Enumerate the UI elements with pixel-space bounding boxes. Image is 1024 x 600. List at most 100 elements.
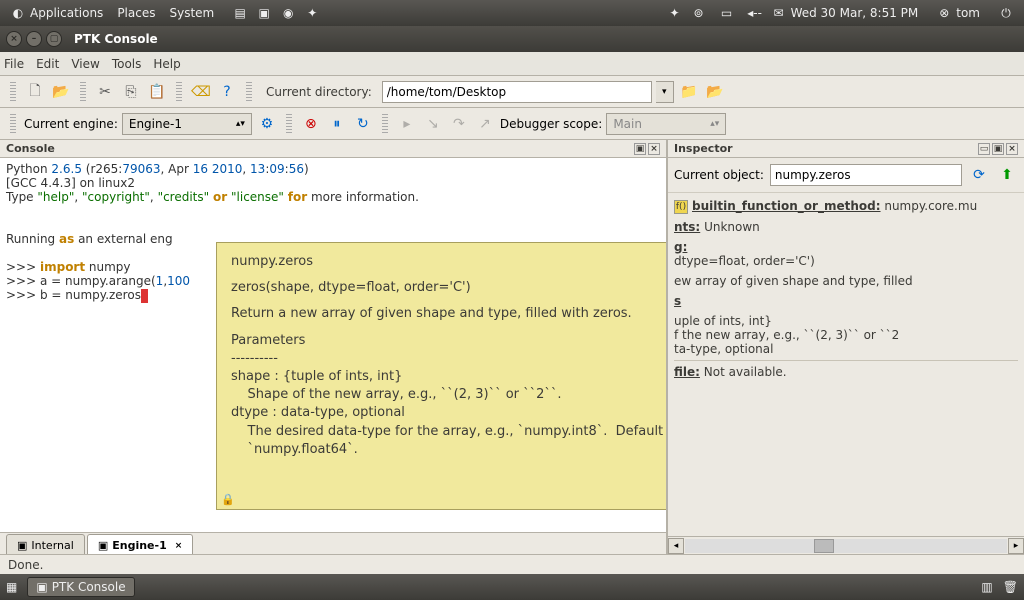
engine-icon: ▣ xyxy=(98,539,108,552)
menu-help[interactable]: Help xyxy=(153,57,180,71)
show-desktop-icon[interactable]: ▦ xyxy=(6,580,17,594)
console-tabs: ▣Internal ▣Engine-1× xyxy=(0,532,666,554)
user-name[interactable]: tom xyxy=(956,6,980,20)
engine-settings-icon[interactable]: ⚙ xyxy=(256,113,278,135)
directory-dropdown-button[interactable]: ▾ xyxy=(656,81,674,103)
pause-engine-icon[interactable]: ⏸ xyxy=(326,113,348,135)
current-object-input[interactable] xyxy=(770,164,962,186)
debug-continue-icon: ▸ xyxy=(396,113,418,135)
calltip-pin-icon[interactable]: 🔒 xyxy=(221,492,235,507)
toolbar-handle[interactable] xyxy=(10,82,16,102)
object-type-label: builtin_function_or_method: xyxy=(692,199,881,213)
scroll-thumb[interactable] xyxy=(814,539,834,553)
menu-file[interactable]: File xyxy=(4,57,24,71)
power-user-icon[interactable]: ⊗ xyxy=(936,5,952,21)
current-directory-input[interactable] xyxy=(382,81,652,103)
toolbar-handle[interactable] xyxy=(286,114,292,134)
toolbar-handle[interactable] xyxy=(176,82,182,102)
menu-view[interactable]: View xyxy=(71,57,99,71)
calltip-signature: zeros(shape, dtype=float, order='C') xyxy=(231,279,666,297)
scroll-right-icon[interactable]: ▸ xyxy=(1008,538,1024,554)
mail-icon[interactable]: ✉ xyxy=(771,5,787,21)
panel-close-icon[interactable]: × xyxy=(648,143,660,155)
toolbar-handle[interactable] xyxy=(382,114,388,134)
cut-icon[interactable]: ✂ xyxy=(94,81,116,103)
places-menu[interactable]: Places xyxy=(117,6,155,20)
applications-menu[interactable]: Applications xyxy=(30,6,103,20)
text-cursor xyxy=(141,289,148,303)
current-directory-label: Current directory: xyxy=(266,85,372,99)
up-folder-icon[interactable]: 📂 xyxy=(704,81,726,103)
calltip-params-header: Parameters xyxy=(231,332,666,350)
terminal-applet-icon[interactable]: ▣ xyxy=(256,5,272,21)
panel-restore-icon[interactable]: ▭ xyxy=(978,143,990,155)
monitor-applet-icon[interactable]: ▤ xyxy=(232,5,248,21)
console-panel-header[interactable]: Console ▣× xyxy=(0,140,666,158)
copy-icon[interactable]: ⎘ xyxy=(120,81,142,103)
toolbar-handle[interactable] xyxy=(80,82,86,102)
inspector-panel: Inspector ▭▣× Current object: ⟳ ⬆ f() bui… xyxy=(668,140,1024,554)
window-maximize-button[interactable]: ▢ xyxy=(46,31,62,47)
panel-maximize-icon[interactable]: ▣ xyxy=(634,143,646,155)
workspace-switcher-icon[interactable]: ▥ xyxy=(981,580,992,594)
engine-icon: ▣ xyxy=(17,539,27,552)
engine-toolbar: Current engine: Engine-1▴▾ ⚙ ⊗ ⏸ ↻ ▸ ↘ ↷… xyxy=(0,108,1024,140)
debugger-scope-label: Debugger scope: xyxy=(500,117,602,131)
battery-icon[interactable]: ▭ xyxy=(715,5,739,21)
console-panel: Console ▣× Python 2.6.5 (r265:79063, Apr… xyxy=(0,140,668,554)
scope-select[interactable]: Main▴▾ xyxy=(606,113,726,135)
shutdown-icon[interactable]: ⏻ xyxy=(998,5,1014,21)
disc-applet-icon[interactable]: ◉ xyxy=(280,5,296,21)
calltip-title: numpy.zeros xyxy=(231,253,666,271)
window-title-text: PTK Console xyxy=(74,32,158,46)
debug-step-icon: ↘ xyxy=(422,113,444,135)
app-icon: ▣ xyxy=(36,580,47,594)
trash-icon[interactable]: 🗑 xyxy=(1003,580,1018,594)
toolbar-handle[interactable] xyxy=(246,82,252,102)
tab-engine-1[interactable]: ▣Engine-1× xyxy=(87,534,193,554)
clock[interactable]: Wed 30 Mar, 8:51 PM xyxy=(791,6,919,20)
menu-tools[interactable]: Tools xyxy=(112,57,142,71)
current-engine-label: Current engine: xyxy=(24,117,118,131)
tab-close-icon[interactable]: × xyxy=(175,541,183,551)
updates-icon[interactable]: ✦ xyxy=(667,5,683,21)
system-menu[interactable]: System xyxy=(169,6,214,20)
inspector-hscrollbar[interactable]: ◂ ▸ xyxy=(668,536,1024,554)
wifi-icon[interactable]: ⊚ xyxy=(691,5,707,21)
debug-step-over-icon: ↷ xyxy=(448,113,470,135)
open-file-icon[interactable]: 📂 xyxy=(50,81,72,103)
tab-internal[interactable]: ▣Internal xyxy=(6,534,85,554)
volume-icon[interactable]: ◂-- xyxy=(747,5,763,21)
console-output[interactable]: Python 2.6.5 (r265:79063, Apr 16 2010, 1… xyxy=(0,158,666,532)
debug-step-out-icon: ↗ xyxy=(474,113,496,135)
refresh-icon[interactable]: ⟳ xyxy=(968,164,990,186)
stop-engine-icon[interactable]: ⊗ xyxy=(300,113,322,135)
window-close-button[interactable]: × xyxy=(6,31,22,47)
current-object-label: Current object: xyxy=(674,168,764,182)
status-text: Done. xyxy=(8,558,43,572)
clear-icon[interactable]: ⌫ xyxy=(190,81,212,103)
scroll-left-icon[interactable]: ◂ xyxy=(668,538,684,554)
window-titlebar[interactable]: × – ▢ PTK Console xyxy=(0,26,1024,52)
gnome-bottom-panel: ▦ ▣ PTK Console ▥ 🗑 xyxy=(0,574,1024,600)
engine-select[interactable]: Engine-1▴▾ xyxy=(122,113,252,135)
new-file-icon[interactable]: 🗋 xyxy=(24,81,46,103)
menu-edit[interactable]: Edit xyxy=(36,57,59,71)
go-up-icon[interactable]: ⬆ xyxy=(996,164,1018,186)
type-badge-icon: f() xyxy=(674,200,688,214)
run-engine-icon[interactable]: ↻ xyxy=(352,113,374,135)
panel-maximize-icon[interactable]: ▣ xyxy=(992,143,1004,155)
paste-icon[interactable]: 📋 xyxy=(146,81,168,103)
main-toolbar: 🗋 📂 ✂ ⎘ 📋 ⌫ ? Current directory: ▾ 📁 📂 xyxy=(0,76,1024,108)
status-bar: Done. xyxy=(0,554,1024,574)
taskbar-item-ptk-console[interactable]: ▣ PTK Console xyxy=(27,577,134,597)
inspector-panel-header[interactable]: Inspector ▭▣× xyxy=(668,140,1024,158)
help-icon[interactable]: ? xyxy=(216,81,238,103)
window-minimize-button[interactable]: – xyxy=(26,31,42,47)
tools-applet-icon[interactable]: ✦ xyxy=(304,5,320,21)
panel-close-icon[interactable]: × xyxy=(1006,143,1018,155)
toolbar-handle[interactable] xyxy=(10,114,16,134)
inspector-body: f()builtin_function_or_method: numpy.cor… xyxy=(668,192,1024,536)
browse-folder-icon[interactable]: 📁 xyxy=(678,81,700,103)
ubuntu-logo-icon[interactable]: ◐ xyxy=(10,5,26,21)
